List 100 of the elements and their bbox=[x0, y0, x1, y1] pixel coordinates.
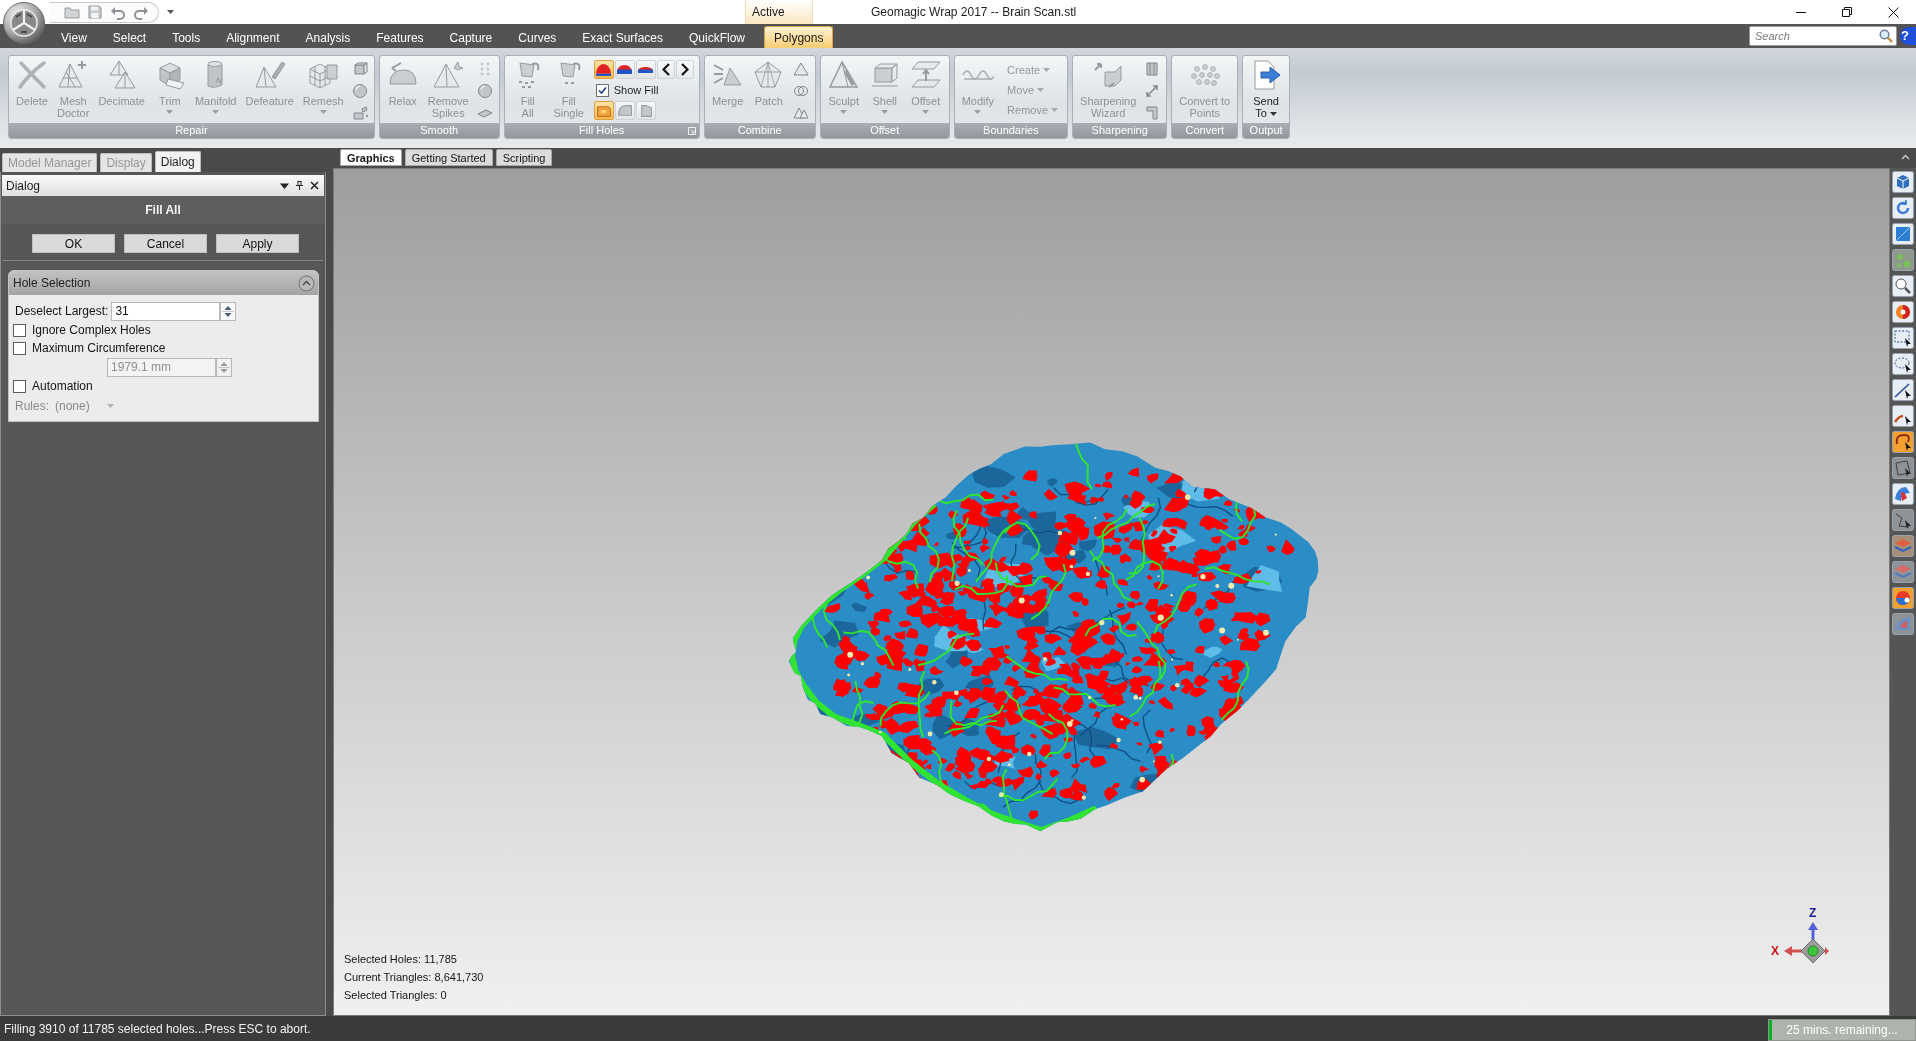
chevron-left-icon bbox=[661, 63, 670, 76]
dialog-button[interactable]: OK bbox=[32, 234, 115, 253]
dome-icon bbox=[596, 63, 612, 76]
ribbon-tab[interactable]: Alignment bbox=[213, 26, 293, 48]
brush-select-icon[interactable] bbox=[1892, 405, 1914, 427]
rings-icon[interactable] bbox=[792, 83, 809, 99]
option-label: Show Fill bbox=[613, 84, 659, 96]
pyramid-icon[interactable] bbox=[792, 105, 809, 121]
group-title: Convert bbox=[1185, 124, 1224, 137]
document-tab[interactable]: Graphics bbox=[340, 149, 402, 166]
field-label: Deselect Largest: bbox=[15, 304, 109, 318]
dome-icon bbox=[617, 65, 633, 74]
column-icon[interactable] bbox=[1144, 61, 1161, 77]
layers-icon[interactable] bbox=[1892, 535, 1914, 557]
patch-icon bbox=[596, 104, 611, 117]
option-label: Ignore Complex Holes bbox=[32, 323, 151, 337]
line-select-icon[interactable] bbox=[1892, 379, 1914, 401]
close-icon bbox=[1887, 6, 1899, 18]
ribbon-tab[interactable]: Capture bbox=[436, 26, 506, 48]
pyramid-brush-icon bbox=[253, 59, 286, 91]
pyramid-icon[interactable] bbox=[792, 61, 809, 77]
caret-icon[interactable] bbox=[167, 10, 174, 14]
fill-type-button[interactable] bbox=[635, 101, 656, 120]
help-button[interactable]: ? bbox=[1900, 27, 1916, 45]
chevron-up-icon[interactable] bbox=[1901, 154, 1910, 160]
diagonal-arrow-icon[interactable] bbox=[1144, 83, 1161, 99]
number-field[interactable]: 31 bbox=[111, 301, 221, 321]
cross-icon bbox=[16, 59, 48, 91]
axis-label: Z bbox=[1809, 907, 1817, 920]
dialog-launcher-icon[interactable] bbox=[687, 127, 696, 135]
document-tab[interactable]: Scripting bbox=[495, 149, 553, 166]
ribbon-tab[interactable]: View bbox=[48, 26, 100, 48]
option-label: Maximum Circumference bbox=[32, 341, 166, 355]
minimize-icon bbox=[1796, 11, 1806, 13]
dialog-button[interactable]: Cancel bbox=[124, 234, 207, 253]
panel-tab[interactable]: Dialog bbox=[154, 151, 201, 172]
sphere-icon[interactable] bbox=[476, 83, 493, 99]
zoom-icon[interactable] bbox=[1892, 275, 1914, 297]
ribbon-tab[interactable]: Features bbox=[363, 26, 437, 48]
ribbon-tab[interactable]: Curves bbox=[505, 26, 570, 48]
group-title: Combine bbox=[737, 124, 782, 137]
restore-icon bbox=[1842, 7, 1852, 17]
polyline-select-icon[interactable] bbox=[1892, 509, 1914, 531]
small-shapes-icon[interactable] bbox=[351, 105, 368, 121]
ribbon-tab[interactable]: QuickFlow bbox=[676, 26, 759, 48]
fill-mode-button[interactable] bbox=[593, 60, 614, 79]
stat-text: Current Triangles: 8,641,730 bbox=[344, 970, 484, 985]
group-title: Repair bbox=[175, 124, 208, 137]
pin-icon[interactable] bbox=[295, 181, 304, 190]
ribbon-button[interactable]: Send To bbox=[1246, 58, 1287, 119]
section-title: Hole Selection bbox=[13, 276, 92, 290]
pane-title: Dialog bbox=[6, 178, 42, 193]
ribbon-tab[interactable]: Select bbox=[99, 26, 160, 48]
spiked-pyramid-icon bbox=[432, 59, 465, 91]
panel-tab[interactable]: Model Manager bbox=[2, 153, 98, 172]
ribbon-tab[interactable]: Polygons bbox=[764, 26, 834, 48]
cube-view-icon[interactable] bbox=[1892, 171, 1914, 193]
previous-button[interactable] bbox=[656, 60, 675, 79]
ribbon-tab[interactable]: Tools bbox=[159, 26, 214, 48]
ellipse-select-icon[interactable] bbox=[1892, 353, 1914, 375]
color-wheel-icon[interactable] bbox=[1892, 301, 1914, 323]
field-label: Rules: bbox=[15, 398, 49, 413]
search-icon bbox=[1879, 29, 1893, 43]
group-title: Boundaries bbox=[983, 124, 1039, 137]
next-button[interactable] bbox=[675, 60, 694, 79]
document-tab[interactable]: Getting Started bbox=[404, 149, 493, 166]
search-field[interactable]: Search bbox=[1749, 26, 1897, 46]
square-view-icon[interactable] bbox=[1892, 223, 1914, 245]
rectangle-select-icon[interactable] bbox=[1892, 327, 1914, 349]
curved-shape-icon[interactable] bbox=[1892, 483, 1914, 505]
ribbon-tab[interactable]: Exact Surfaces bbox=[569, 26, 676, 48]
chevron-right-icon bbox=[680, 63, 689, 76]
checkbox[interactable] bbox=[13, 323, 26, 337]
axis-label: X bbox=[1771, 945, 1779, 958]
checkbox[interactable] bbox=[595, 83, 609, 97]
dome-icon bbox=[638, 66, 654, 73]
check-icon bbox=[597, 85, 607, 95]
pyramid-icon bbox=[827, 59, 860, 91]
panel-tab[interactable]: Display bbox=[100, 153, 152, 172]
collapse-icon[interactable] bbox=[298, 274, 315, 292]
small-cube-icon[interactable] bbox=[351, 61, 368, 77]
spin-arrows-icon[interactable] bbox=[220, 301, 237, 321]
ribbon-tab[interactable]: Analysis bbox=[292, 26, 364, 48]
stat-text: Selected Triangles: 0 bbox=[344, 988, 448, 1003]
dropdown-icon[interactable] bbox=[280, 181, 289, 190]
lasso-icon[interactable] bbox=[1892, 431, 1914, 453]
command-title: Fill All bbox=[145, 203, 181, 217]
close-icon[interactable] bbox=[310, 181, 319, 190]
rotate-icon[interactable] bbox=[1892, 197, 1914, 219]
group-title: Sharpening bbox=[1091, 124, 1148, 137]
redo-icon[interactable] bbox=[133, 4, 149, 20]
polygon-select-icon[interactable] bbox=[1892, 457, 1914, 479]
fill-mode-button[interactable] bbox=[614, 60, 635, 79]
fill-type-button[interactable] bbox=[614, 101, 635, 120]
sphere-icon[interactable] bbox=[351, 83, 368, 99]
stat-text: Selected Holes: 11,785 bbox=[344, 952, 458, 967]
dialog-button[interactable]: Apply bbox=[216, 234, 299, 253]
checkbox[interactable] bbox=[13, 379, 26, 393]
fill-mode-button[interactable] bbox=[635, 60, 656, 79]
checkbox[interactable] bbox=[13, 341, 26, 355]
